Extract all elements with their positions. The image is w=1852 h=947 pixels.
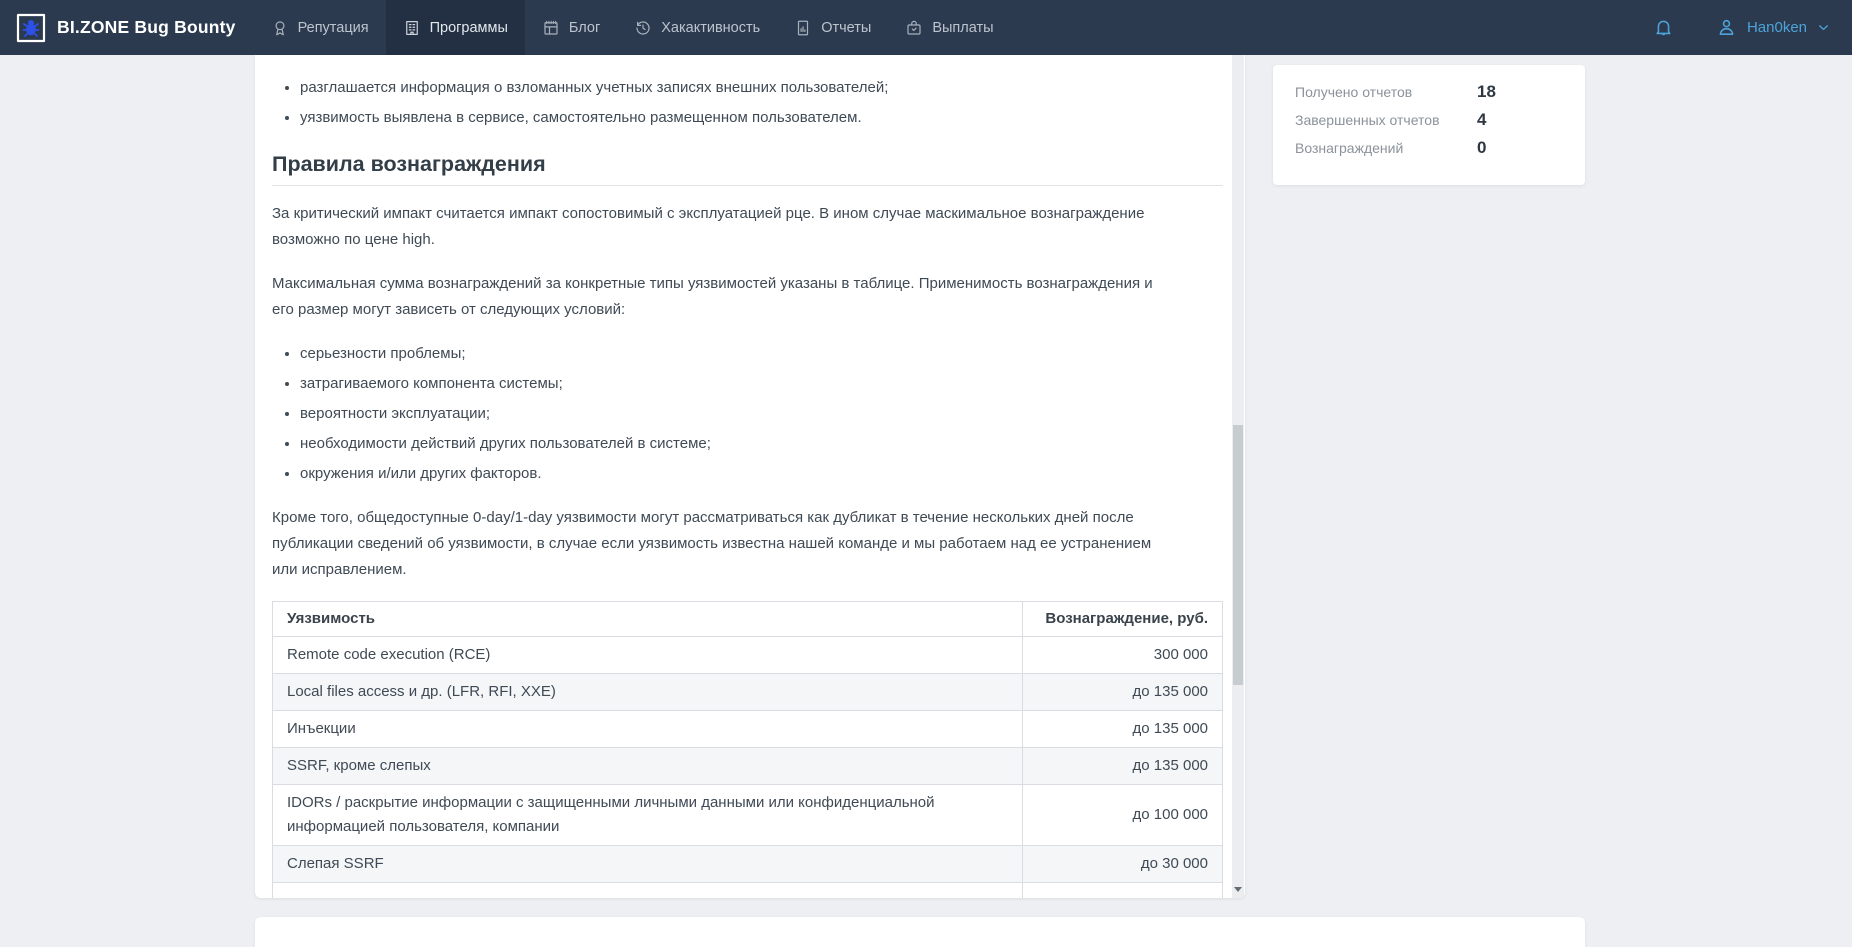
- list-item: разглашается информация о взломанных уче…: [300, 75, 1174, 101]
- reward-cell: до 135 000: [1023, 674, 1223, 711]
- stat-label: Вознаграждений: [1295, 140, 1455, 156]
- description-scrollbar[interactable]: [1232, 55, 1244, 898]
- brand[interactable]: BI.ZONE Bug Bounty: [16, 0, 236, 55]
- vulnerability-cell: SSRF, кроме слепых: [273, 748, 1023, 785]
- list-item: уязвимость выявлена в сервисе, самостоят…: [300, 105, 1174, 131]
- table-row: SSRF, кроме слепых до 135 000: [273, 748, 1223, 785]
- nav-item-hacktivity[interactable]: Хакактивность: [617, 0, 777, 55]
- blog-icon: [542, 19, 560, 37]
- list-item: затрагиваемого компонента системы;: [300, 371, 1174, 397]
- bizone-bug-logo-icon: [16, 13, 46, 43]
- nav-label: Программы: [430, 20, 508, 36]
- nav-item-reputation[interactable]: Репутация: [254, 0, 386, 55]
- stat-label: Получено отчетов: [1295, 84, 1455, 100]
- nav-item-reports[interactable]: Отчеты: [777, 0, 888, 55]
- vulnerability-cell: [273, 883, 1023, 899]
- navbar-right: Han0ken: [1653, 0, 1830, 55]
- reward-cell: до 100 000: [1023, 785, 1223, 846]
- next-section-card: [255, 917, 1585, 947]
- list-item: серьезности проблемы;: [300, 341, 1174, 367]
- user-menu[interactable]: Han0ken: [1716, 17, 1830, 38]
- section-title-reward-rules: Правила вознаграждения: [272, 149, 1245, 179]
- table-row: IDORs / раскрытие информации с защищенны…: [273, 785, 1223, 846]
- scrollbar-down-arrow-button[interactable]: [1232, 882, 1244, 896]
- table-row: Remote code execution (RCE) 300 000: [273, 637, 1223, 674]
- brand-title: BI.ZONE Bug Bounty: [57, 17, 236, 38]
- column-header-vulnerability: Уязвимость: [273, 602, 1023, 637]
- list-item: окружения и/или других факторов.: [300, 461, 1174, 487]
- stat-row-rewards: Вознаграждений 0: [1295, 138, 1565, 158]
- conditions-bullet-list: серьезности проблемы; затрагиваемого ком…: [272, 341, 1174, 487]
- stat-value: 0: [1455, 138, 1565, 158]
- intro-bullet-list: разглашается информация о взломанных уче…: [272, 75, 1174, 131]
- list-item: необходимости действий других пользовате…: [300, 431, 1174, 457]
- nav-item-programs[interactable]: Программы: [386, 0, 525, 55]
- column-header-reward: Вознаграждение, руб.: [1023, 602, 1223, 637]
- nav-label: Репутация: [298, 20, 369, 36]
- program-description-card: разглашается информация о взломанных уче…: [255, 55, 1245, 898]
- nav-item-blog[interactable]: Блог: [525, 0, 617, 55]
- reward-cell: до 135 000: [1023, 711, 1223, 748]
- nav-label: Выплаты: [932, 20, 993, 36]
- reward-cell: [1023, 883, 1223, 899]
- program-description-content: разглашается информация о взломанных уче…: [255, 55, 1245, 898]
- user-icon: [1716, 17, 1737, 38]
- main-nav: Репутация Программы Блог Хакактивность: [254, 0, 1011, 55]
- program-stats-card: Получено отчетов 18 Завершенных отчетов …: [1273, 65, 1585, 185]
- stat-value: 4: [1455, 110, 1565, 130]
- stat-value: 18: [1455, 82, 1565, 102]
- table-row-partial: [273, 883, 1223, 899]
- scrollbar-thumb[interactable]: [1233, 425, 1243, 685]
- stat-row-received-reports: Получено отчетов 18: [1295, 82, 1565, 102]
- user-name: Han0ken: [1747, 19, 1807, 36]
- notifications-bell-button[interactable]: [1653, 17, 1674, 38]
- chevron-down-icon: [1817, 21, 1830, 34]
- vulnerability-cell: IDORs / раскрытие информации с защищенны…: [273, 785, 1023, 846]
- nav-label: Хакактивность: [661, 20, 760, 36]
- payments-briefcase-icon: [905, 19, 923, 37]
- vulnerability-cell: Remote code execution (RCE): [273, 637, 1023, 674]
- paragraph-zero-day: Кроме того, общедоступные 0-day/1-day уя…: [272, 505, 1174, 583]
- section-divider: [272, 185, 1223, 186]
- reward-cell: до 30 000: [1023, 846, 1223, 883]
- reward-cell: до 135 000: [1023, 748, 1223, 785]
- vulnerability-cell: Слепая SSRF: [273, 846, 1023, 883]
- nav-item-payments[interactable]: Выплаты: [888, 0, 1010, 55]
- building-icon: [403, 19, 421, 37]
- history-clock-icon: [634, 19, 652, 37]
- medal-icon: [271, 19, 289, 37]
- vulnerability-cell: Инъекции: [273, 711, 1023, 748]
- nav-label: Отчеты: [821, 20, 871, 36]
- top-navbar: BI.ZONE Bug Bounty Репутация Программы Б…: [0, 0, 1852, 55]
- table-header-row: Уязвимость Вознаграждение, руб.: [273, 602, 1223, 637]
- table-row: Слепая SSRF до 30 000: [273, 846, 1223, 883]
- rewards-table: Уязвимость Вознаграждение, руб. Remote c…: [272, 601, 1223, 898]
- stat-row-completed-reports: Завершенных отчетов 4: [1295, 110, 1565, 130]
- stat-label: Завершенных отчетов: [1295, 112, 1455, 128]
- paragraph-critical-impact: За критический импакт считается импакт с…: [272, 201, 1174, 253]
- report-document-icon: [794, 19, 812, 37]
- table-row: Local files access и др. (LFR, RFI, XXE)…: [273, 674, 1223, 711]
- paragraph-max-reward: Максимальная сумма вознаграждений за кон…: [272, 271, 1174, 323]
- reward-cell: 300 000: [1023, 637, 1223, 674]
- bell-icon: [1653, 17, 1674, 38]
- table-row: Инъекции до 135 000: [273, 711, 1223, 748]
- list-item: вероятности эксплуатации;: [300, 401, 1174, 427]
- vulnerability-cell: Local files access и др. (LFR, RFI, XXE): [273, 674, 1023, 711]
- nav-label: Блог: [569, 20, 600, 36]
